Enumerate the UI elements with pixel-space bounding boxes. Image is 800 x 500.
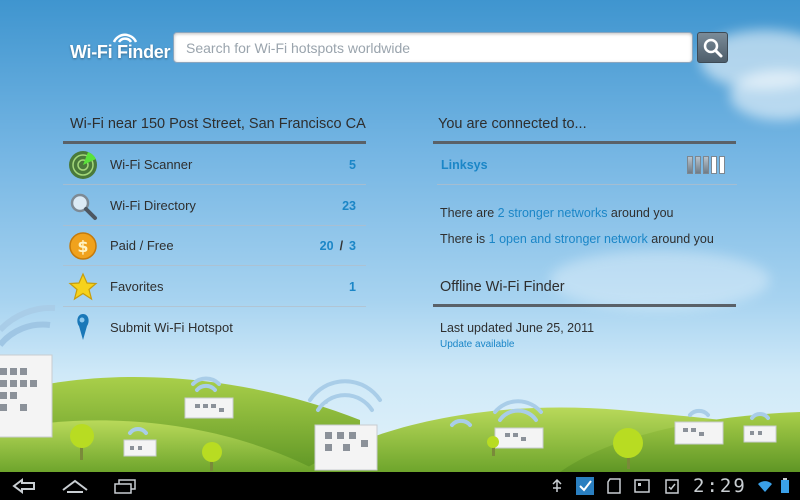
menu-item-wifi-scanner[interactable]: Wi-Fi Scanner 5 (63, 145, 366, 185)
app-logo-text: Wi-Fi Finder (70, 42, 171, 62)
menu-item-favorites[interactable]: Favorites 1 (63, 267, 366, 307)
svg-text:$: $ (77, 237, 88, 256)
connected-network[interactable]: Linksys (437, 147, 737, 185)
update-available-link[interactable]: Update available (440, 339, 515, 350)
offline-divider (433, 304, 736, 307)
open-network-line: There is 1 open and stronger network aro… (440, 232, 714, 246)
scanner-count: 5 (349, 157, 356, 172)
menu-item-label: Favorites (110, 279, 164, 294)
paid-free-separator: / (339, 238, 344, 253)
network-name: Linksys (441, 158, 488, 172)
back-icon[interactable] (10, 477, 40, 495)
sd-card-icon[interactable] (605, 477, 623, 495)
coin-icon: $ (68, 231, 98, 261)
line-suffix: around you (607, 206, 674, 220)
map-pin-icon (68, 312, 98, 342)
last-updated-text: Last updated June 25, 2011 (440, 321, 595, 335)
menu-item-submit-hotspot[interactable]: Submit Wi-Fi Hotspot (63, 307, 366, 347)
building-illustration (0, 304, 56, 438)
line-prefix: There is (440, 232, 489, 246)
line-prefix: There are (440, 206, 498, 220)
connection-divider (433, 141, 736, 144)
battery-icon[interactable] (778, 477, 792, 495)
search-icon (703, 38, 722, 57)
favorites-count: 1 (349, 279, 356, 294)
app-logo: Wi-Fi Finder (70, 32, 171, 66)
paid-count: 20 (319, 238, 334, 253)
clock[interactable]: 2:29 (693, 475, 747, 497)
star-icon (68, 272, 98, 302)
home-icon[interactable] (60, 477, 90, 495)
menu-item-label: Submit Wi-Fi Hotspot (110, 319, 233, 335)
screenshot-icon[interactable] (633, 477, 651, 495)
recent-apps-icon[interactable] (110, 477, 140, 495)
system-bar: 2:29 (0, 472, 800, 500)
directory-count: 23 (342, 198, 356, 213)
magnifier-icon (68, 191, 98, 221)
search-button[interactable] (697, 32, 728, 63)
menu-item-wifi-directory[interactable]: Wi-Fi Directory 23 (63, 186, 366, 226)
menu-item-paid-free[interactable]: $ Paid / Free 20 / 3 (63, 226, 366, 266)
paid-free-count: 20 / 3 (320, 239, 356, 253)
search-input[interactable] (173, 32, 693, 63)
nearby-divider (63, 141, 366, 144)
usb-debug-icon[interactable] (548, 477, 566, 495)
free-count: 3 (349, 238, 356, 253)
download-icon[interactable] (575, 477, 595, 495)
wifi-icon[interactable] (756, 477, 774, 495)
signal-strength-icon (687, 156, 725, 174)
nearby-title: Wi-Fi near 150 Post Street, San Francisc… (70, 116, 366, 132)
open-network-link[interactable]: 1 open and stronger network (489, 232, 648, 246)
clipboard-icon[interactable] (663, 477, 681, 495)
menu-item-label: Wi-Fi Directory (110, 198, 196, 213)
stronger-networks-line: There are 2 stronger networks around you (440, 206, 673, 220)
offline-title: Offline Wi-Fi Finder (440, 279, 565, 295)
radar-icon (68, 150, 98, 180)
menu-item-label: Paid / Free (110, 238, 174, 253)
stronger-networks-link[interactable]: 2 stronger networks (498, 206, 608, 220)
line-suffix: around you (647, 232, 714, 246)
connection-title: You are connected to... (438, 116, 587, 132)
menu-item-label: Wi-Fi Scanner (110, 157, 193, 172)
